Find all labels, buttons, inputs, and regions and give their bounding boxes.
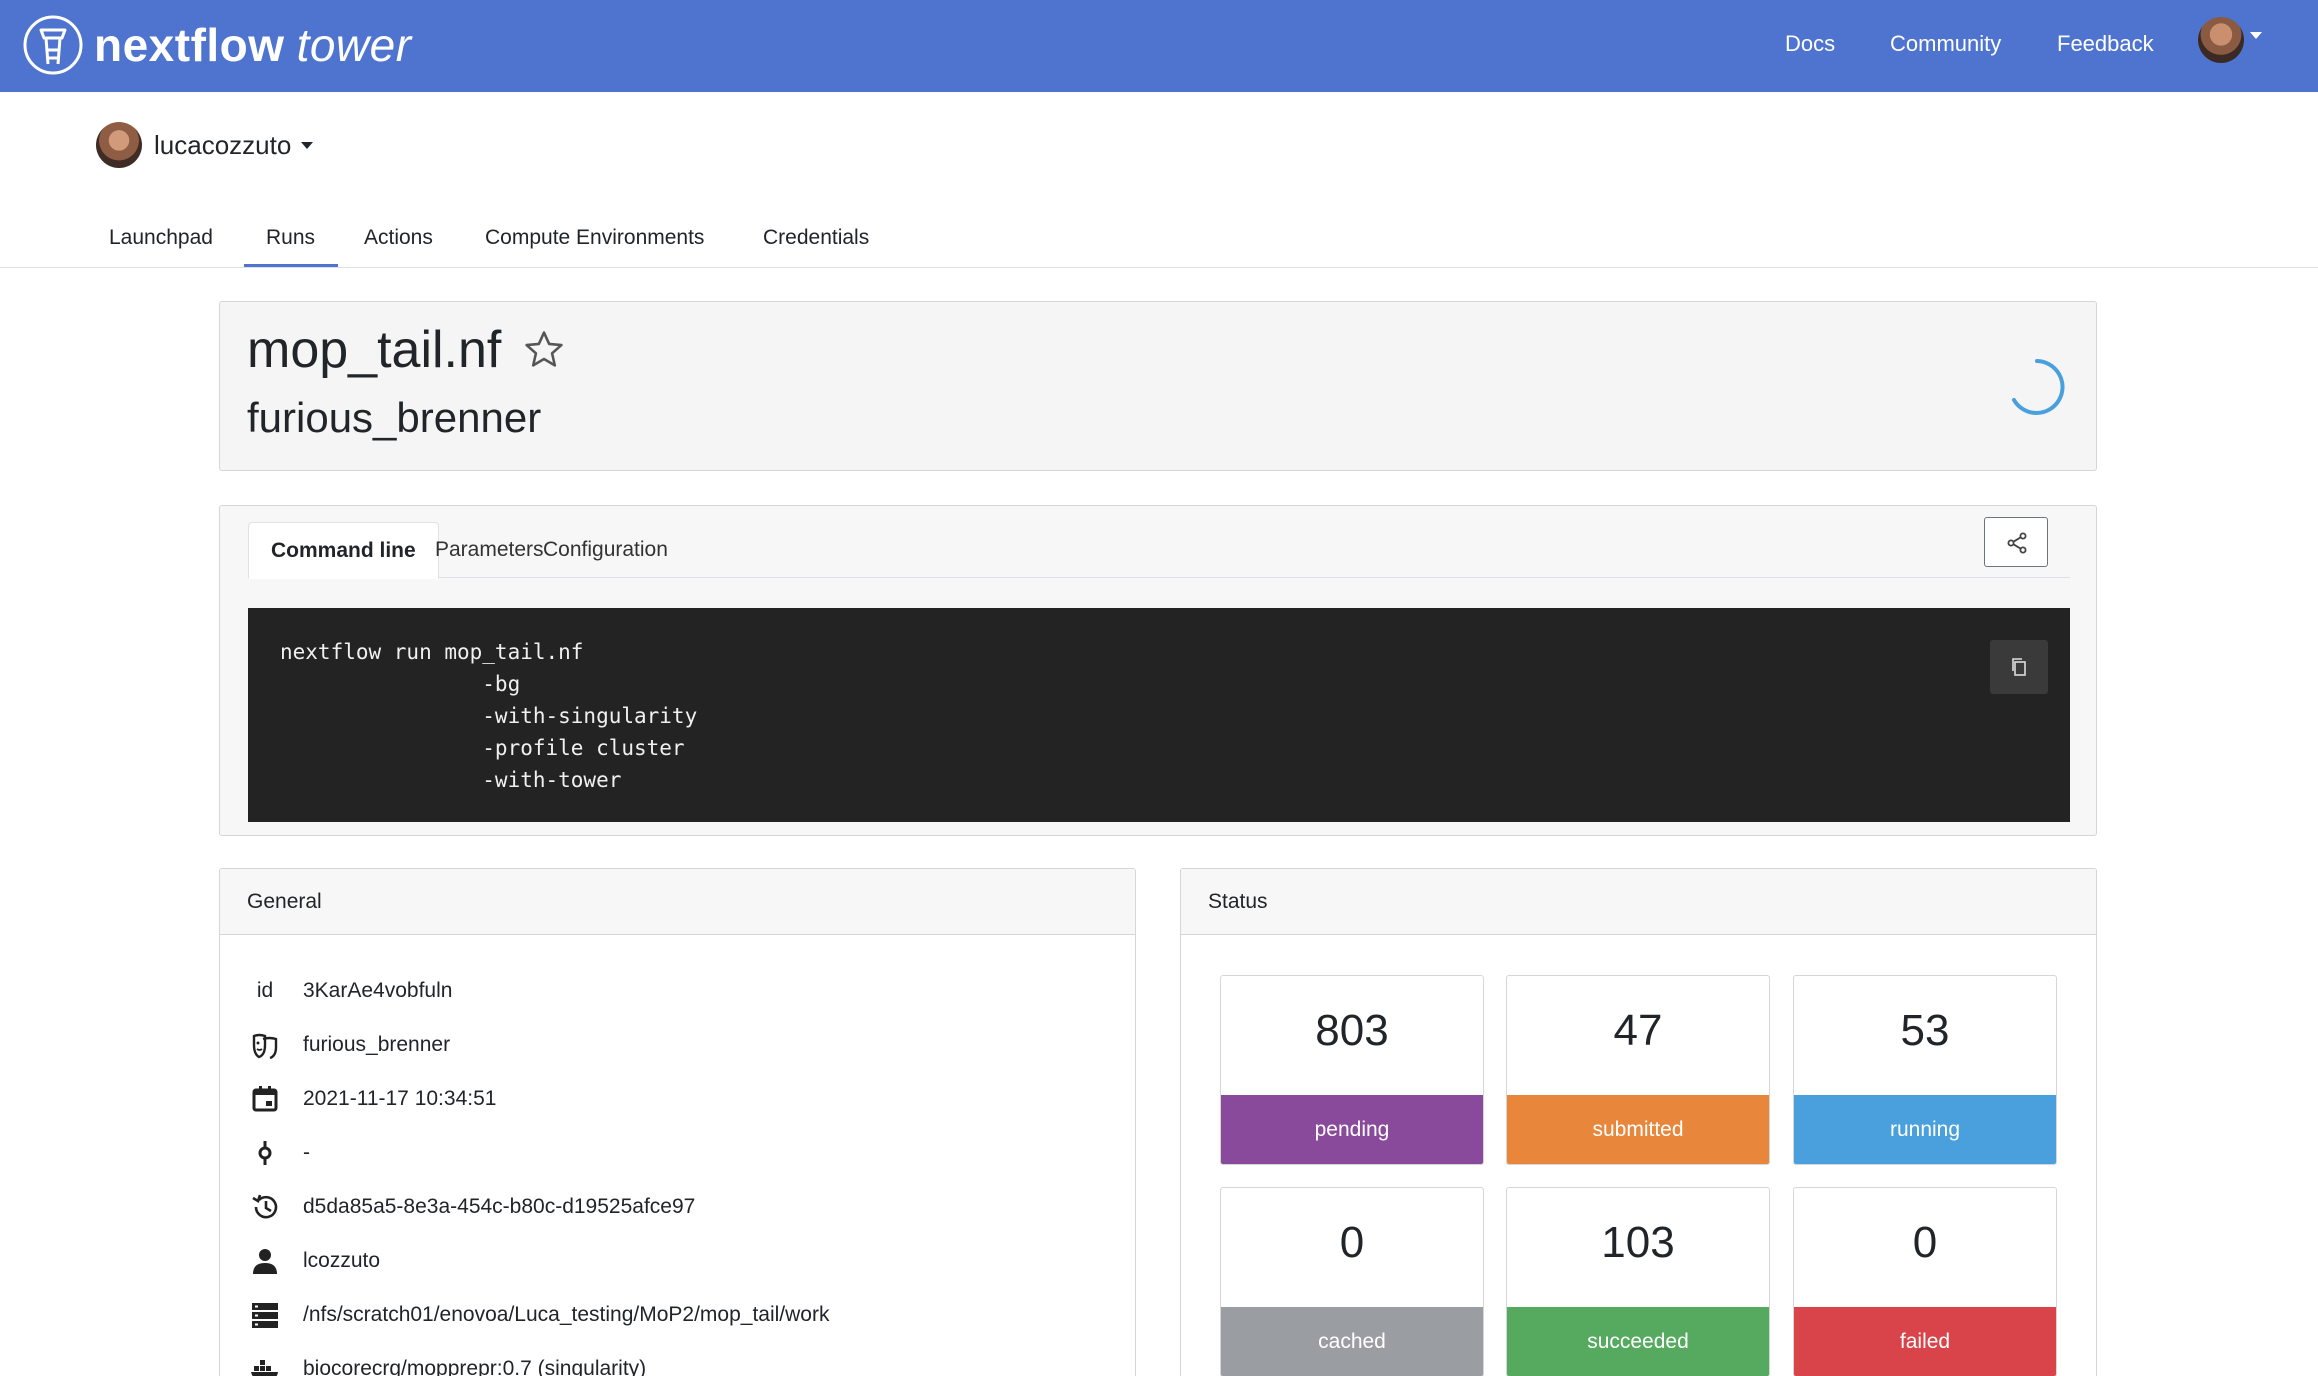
tab-configuration[interactable]: Configuration: [521, 522, 690, 578]
general-title: General: [220, 869, 1135, 935]
tab-credentials[interactable]: Credentials: [763, 226, 869, 250]
status-count: 0: [1339, 1218, 1365, 1267]
brand-name: nextflow: [94, 19, 285, 71]
general-row-container: biocorecrg/mopprepr:0.7 (singularity): [247, 1351, 646, 1376]
tab-runs[interactable]: Runs: [266, 226, 315, 250]
workspace-avatar: [96, 122, 142, 168]
user-icon: [247, 1243, 283, 1279]
nav-link-community[interactable]: Community: [1890, 28, 2001, 60]
share-button[interactable]: [1984, 517, 2048, 567]
tab-launchpad[interactable]: Launchpad: [109, 226, 213, 250]
code-line: nextflow run mop_tail.nf: [280, 640, 584, 664]
copy-icon: [2012, 658, 2026, 676]
nav-link-feedback[interactable]: Feedback: [2057, 28, 2154, 60]
status-panel: Status 803 pending 47 submitted 53 runni…: [1180, 868, 2097, 1376]
general-row-run-name: furious_brenner: [247, 1027, 450, 1063]
workspace-tabs: Launchpad Runs Actions Compute Environme…: [0, 212, 2318, 268]
user-value: lcozzuto: [303, 1249, 381, 1272]
status-card-cached: 0 cached: [1220, 1187, 1484, 1376]
chevron-down-icon[interactable]: [2250, 32, 2262, 39]
session-id-value: d5da85a5-8e3a-454c-b80c-d19525afce97: [303, 1195, 696, 1218]
tower-logo-icon: [23, 15, 83, 75]
brand-wordmark: nextflow tower: [94, 22, 412, 68]
copy-button[interactable]: [1990, 640, 2048, 694]
detail-tabs: Command line Parameters Configuration: [248, 522, 2070, 579]
commit-icon: [247, 1135, 283, 1171]
calendar-icon: [247, 1081, 283, 1117]
active-tab-indicator: [244, 264, 338, 267]
status-count: 53: [1900, 1006, 1950, 1055]
status-card-pending: 803 pending: [1220, 975, 1484, 1165]
status-card-running: 53 running: [1793, 975, 2057, 1165]
workdir-value: /nfs/scratch01/enovoa/Luca_testing/MoP2/…: [303, 1303, 830, 1326]
run-name: furious_brenner: [247, 394, 542, 441]
general-row-session: d5da85a5-8e3a-454c-b80c-d19525afce97: [247, 1189, 695, 1225]
run-header: mop_tail.nf furious_brenner: [219, 301, 2097, 471]
general-row-user: lcozzuto: [247, 1243, 380, 1279]
status-title: Status: [1181, 869, 2096, 935]
commit-value: -: [303, 1141, 310, 1164]
command-line-code: nextflow run mop_tail.nf -bg -with-singu…: [248, 608, 2070, 822]
workspace-selector[interactable]: lucacozzuto: [96, 122, 314, 168]
container-value: biocorecrg/mopprepr:0.7 (singularity): [303, 1357, 647, 1376]
run-name-value: furious_brenner: [303, 1033, 451, 1056]
tab-command-line[interactable]: Command line: [248, 522, 439, 579]
status-label: cached: [1221, 1307, 1483, 1376]
start-date-value: 2021-11-17 10:34:51: [303, 1087, 497, 1110]
status-card-submitted: 47 submitted: [1506, 975, 1770, 1165]
status-label: pending: [1221, 1095, 1483, 1164]
status-card-succeeded: 103 succeeded: [1506, 1187, 1770, 1376]
code-line: -bg: [280, 672, 521, 696]
share-icon: [2007, 532, 2027, 554]
tab-actions[interactable]: Actions: [364, 226, 433, 250]
chevron-down-icon: [301, 141, 314, 149]
code-line: -profile cluster: [280, 736, 685, 760]
general-row-date: 2021-11-17 10:34:51: [247, 1081, 496, 1117]
code-line: -with-tower: [280, 768, 622, 792]
history-icon: [247, 1189, 283, 1225]
status-label: failed: [1794, 1307, 2056, 1376]
page-title: mop_tail.nf: [247, 321, 502, 379]
masks-icon: [247, 1027, 283, 1063]
status-label: succeeded: [1507, 1307, 1769, 1376]
nav-link-docs[interactable]: Docs: [1785, 28, 1835, 60]
general-panel: General id 3KarAe4vobfuln furious_brenne…: [219, 868, 1136, 1376]
star-icon[interactable]: [522, 328, 566, 372]
top-navbar: nextflow tower Docs Community Feedback: [0, 0, 2318, 92]
status-count: 47: [1613, 1006, 1663, 1055]
status-count: 103: [1601, 1218, 1675, 1267]
id-label: id: [256, 979, 274, 1002]
run-id-value: 3KarAe4vobfuln: [303, 979, 453, 1002]
status-label: running: [1794, 1095, 2056, 1164]
workspace-name: lucacozzuto: [154, 129, 292, 160]
loading-spinner-icon: [2012, 359, 2065, 415]
code-line: -with-singularity: [280, 704, 698, 728]
user-avatar[interactable]: [2198, 17, 2244, 63]
status-count: 0: [1912, 1218, 1938, 1267]
general-row-id: id 3KarAe4vobfuln: [247, 973, 453, 1009]
tab-compute-environments[interactable]: Compute Environments: [485, 226, 704, 250]
brand-logo-link[interactable]: nextflow tower: [22, 14, 412, 76]
status-card-failed: 0 failed: [1793, 1187, 2057, 1376]
status-label: submitted: [1507, 1095, 1769, 1164]
brand-suffix: tower: [296, 19, 412, 71]
general-row-workdir: /nfs/scratch01/enovoa/Luca_testing/MoP2/…: [247, 1297, 829, 1333]
server-icon: [247, 1297, 283, 1333]
general-row-commit: -: [247, 1135, 310, 1171]
status-count: 803: [1315, 1006, 1389, 1055]
docker-icon: [247, 1351, 283, 1376]
run-details-card: Command line Parameters Configuration ne…: [219, 505, 2097, 836]
